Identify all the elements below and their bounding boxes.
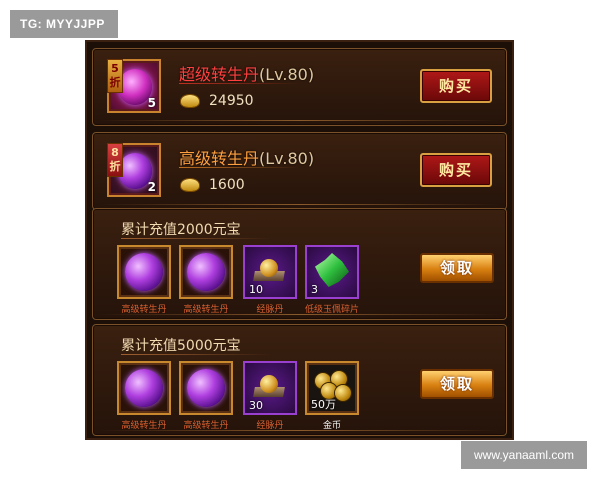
divider <box>99 430 500 431</box>
item-count: 5 <box>147 96 156 110</box>
reward-slot[interactable]: 30 <box>243 361 297 415</box>
shop-panel: 5折 5 超级转生丹(Lv.80) 24950 购买 8折 2 高级转生丹(Lv… <box>85 40 514 440</box>
claim-button[interactable]: 领取 <box>420 253 494 283</box>
reward-slot[interactable]: 10 <box>243 245 297 299</box>
reward-slot[interactable] <box>117 361 171 415</box>
reward-count: 30 <box>249 399 263 412</box>
claim-button[interactable]: 领取 <box>420 369 494 399</box>
gold-pellet-icon <box>260 259 278 277</box>
divider <box>121 354 271 355</box>
reward-slot[interactable] <box>117 245 171 299</box>
reward-count: 10 <box>249 283 263 296</box>
reward-slot[interactable]: 3 <box>305 245 359 299</box>
item-slot[interactable]: 8折 2 <box>107 143 161 197</box>
price-value: 24950 <box>209 93 254 109</box>
divider <box>99 204 500 205</box>
watermark-bottom-right: www.yanaaml.com <box>461 441 587 469</box>
discount-badge: 5折 <box>107 59 123 93</box>
item-name-text: 超级转生丹 <box>179 65 260 84</box>
purple-orb-icon <box>187 369 225 407</box>
item-name: 高级转生丹(Lv.80) <box>179 145 314 169</box>
reward-card: 累计充值5000元宝 高级转生丹 高级转生丹 30 经脉丹 50万 金币 领取 <box>92 324 507 436</box>
reward-card: 累计充值2000元宝 高级转生丹 高级转生丹 10 经脉丹 3 低级玉佩碎片 领… <box>92 208 507 320</box>
divider <box>99 120 500 121</box>
buy-button[interactable]: 购买 <box>420 153 492 187</box>
price: 24950 <box>181 93 254 109</box>
purple-orb-icon <box>125 369 163 407</box>
gold-ingot-icon <box>181 95 199 107</box>
reward-count: 50万 <box>311 398 336 411</box>
reward-title: 累计充值2000元宝 <box>121 222 241 238</box>
purple-orb-icon <box>187 253 225 291</box>
discount-badge: 8折 <box>107 143 123 177</box>
divider <box>121 238 271 239</box>
watermark-top-left: TG: MYYJJPP <box>10 10 118 38</box>
divider <box>179 167 299 168</box>
buy-button[interactable]: 购买 <box>420 69 492 103</box>
purple-orb-icon <box>125 253 163 291</box>
price: 1600 <box>181 177 245 193</box>
item-count: 2 <box>147 180 156 194</box>
gold-pellet-icon <box>260 375 278 393</box>
divider <box>99 314 500 315</box>
jade-shard-icon <box>315 253 349 287</box>
item-slot[interactable]: 5折 5 <box>107 59 161 113</box>
offer-card: 5折 5 超级转生丹(Lv.80) 24950 购买 <box>92 48 507 126</box>
reward-title: 累计充值5000元宝 <box>121 338 241 354</box>
item-name-text: 高级转生丹 <box>179 149 260 168</box>
item-level: (Lv.80) <box>259 65 315 84</box>
reward-slot[interactable] <box>179 361 233 415</box>
item-level: (Lv.80) <box>259 149 315 168</box>
reward-count: 3 <box>311 283 318 296</box>
item-name: 超级转生丹(Lv.80) <box>179 61 314 85</box>
gold-ingot-icon <box>181 179 199 191</box>
divider <box>179 83 299 84</box>
offer-card: 8折 2 高级转生丹(Lv.80) 1600 购买 <box>92 132 507 210</box>
reward-slot[interactable] <box>179 245 233 299</box>
price-value: 1600 <box>209 177 245 193</box>
reward-slot[interactable]: 50万 <box>305 361 359 415</box>
